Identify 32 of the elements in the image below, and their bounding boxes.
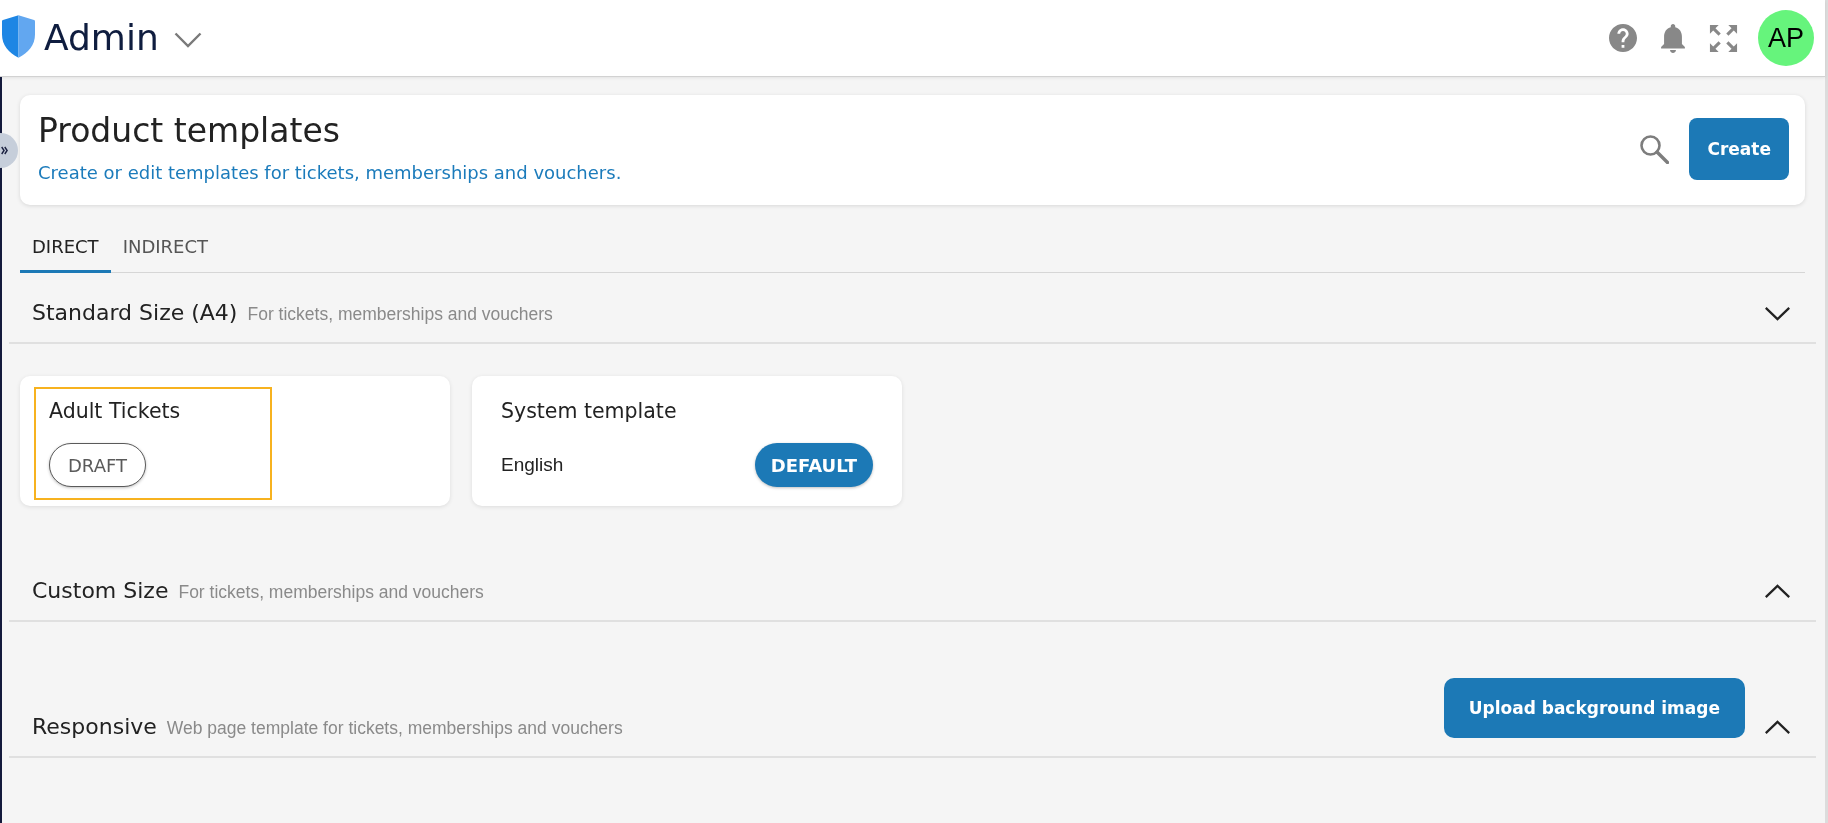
template-card[interactable]: Adult Tickets DRAFT xyxy=(20,376,450,506)
sidebar-toggle-button[interactable] xyxy=(0,133,18,168)
status-badge: DRAFT xyxy=(49,443,146,487)
app-switcher-dropdown[interactable]: Admin xyxy=(44,16,202,60)
search-icon[interactable] xyxy=(1639,133,1670,164)
section-subtitle: Web page template for tickets, memberships and vouchers xyxy=(166,717,623,740)
shield-icon xyxy=(2,15,35,58)
help-icon[interactable] xyxy=(1609,24,1637,52)
section-subtitle: For tickets, memberships and vouchers xyxy=(247,303,553,326)
template-name: Adult Tickets xyxy=(49,400,182,422)
chevron-down-icon xyxy=(173,32,202,48)
section-title: Responsive xyxy=(32,714,157,740)
status-badge: DEFAULT xyxy=(754,443,873,487)
section-subtitle: For tickets, memberships and vouchers xyxy=(178,581,484,604)
section-title: Standard Size (A4) xyxy=(32,300,238,326)
chevron-up-icon[interactable] xyxy=(1764,720,1791,735)
tab[interactable]: INDIRECT xyxy=(110,222,220,273)
chevron-down-icon[interactable] xyxy=(1764,306,1791,321)
tab[interactable]: DIRECT xyxy=(20,222,111,273)
section-title: Custom Size xyxy=(32,578,169,604)
template-card[interactable]: System template English DEFAULT xyxy=(472,376,902,506)
section-action-button[interactable]: Upload background image xyxy=(1443,678,1745,738)
template-name: System template xyxy=(501,400,678,422)
template-language: English xyxy=(501,454,564,476)
user-avatar[interactable]: AP xyxy=(1758,10,1814,66)
create-button[interactable]: Create xyxy=(1689,117,1789,180)
page-subtitle: Create or edit templates for tickets, memberships and vouchers. xyxy=(38,161,623,185)
chevron-up-icon[interactable] xyxy=(1764,584,1791,599)
fullscreen-icon[interactable] xyxy=(1709,23,1738,53)
double-chevron-right-icon xyxy=(1,146,8,155)
page-title: Product templates xyxy=(38,112,341,150)
bell-icon[interactable] xyxy=(1661,23,1685,53)
